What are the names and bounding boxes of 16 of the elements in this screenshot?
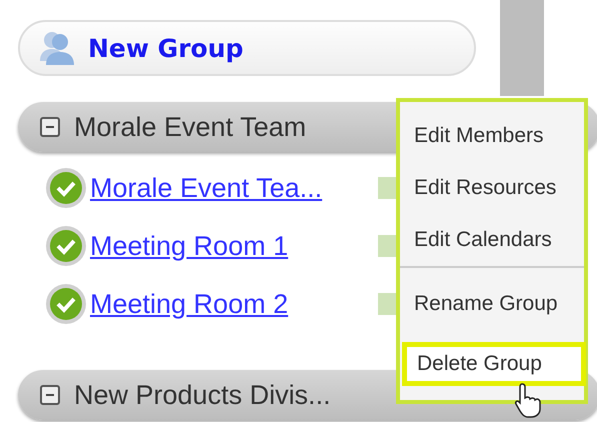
calendar-link[interactable]: Meeting Room 1: [90, 230, 368, 262]
calendar-link[interactable]: Meeting Room 2: [90, 288, 368, 320]
collapse-icon[interactable]: [40, 385, 60, 405]
menu-item[interactable]: Delete Group: [402, 342, 586, 386]
menu-item[interactable]: Edit Calendars: [400, 214, 584, 266]
check-icon[interactable]: [46, 168, 86, 208]
new-group-button[interactable]: New Group: [18, 20, 476, 76]
group-name: Morale Event Team: [74, 112, 306, 142]
group-name: New Products Divis...: [74, 380, 331, 410]
scrollbar[interactable]: [500, 0, 544, 96]
menu-item[interactable]: Rename Group: [400, 278, 584, 330]
calendar-link[interactable]: Morale Event Tea...: [90, 172, 368, 204]
check-icon[interactable]: [46, 226, 86, 266]
menu-item[interactable]: Edit Resources: [400, 162, 584, 214]
collapse-icon[interactable]: [40, 117, 60, 137]
check-icon[interactable]: [46, 284, 86, 324]
